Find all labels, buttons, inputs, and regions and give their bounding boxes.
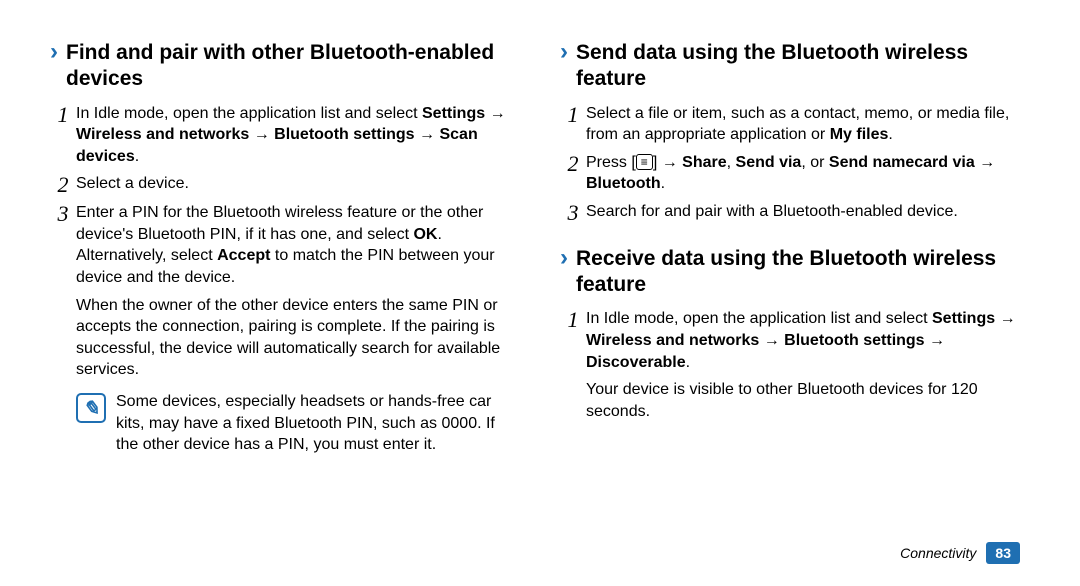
footer: Connectivity 83	[900, 542, 1020, 564]
chevron-icon: ›	[560, 40, 568, 64]
page: › Find and pair with other Bluetooth-ena…	[0, 0, 1080, 586]
heading-text: Find and pair with other Bluetooth-enabl…	[66, 40, 520, 93]
step-3: 3 Enter a PIN for the Bluetooth wireless…	[50, 202, 520, 381]
t: In Idle mode, open the application list …	[586, 310, 932, 327]
step-a2: 2 Press [≡] → Share, Send via, or Send n…	[560, 152, 1030, 195]
footer-page-number: 83	[986, 542, 1020, 564]
step-number: 3	[50, 202, 76, 225]
t: Share	[682, 154, 726, 171]
step-body: Select a device.	[76, 173, 520, 195]
t: Accept	[217, 247, 270, 264]
step-body: Press [≡] → Share, Send via, or Send nam…	[586, 152, 1030, 195]
step-body: Enter a PIN for the Bluetooth wireless f…	[76, 202, 520, 381]
t: ,	[727, 154, 736, 171]
step-number: 3	[560, 201, 586, 224]
menu-key-icon: ≡	[636, 154, 653, 170]
t: .	[888, 126, 892, 143]
step-2: 2 Select a device.	[50, 173, 520, 196]
step-number: 2	[50, 173, 76, 196]
footer-section-label: Connectivity	[900, 545, 976, 561]
section-heading-receive-data: › Receive data using the Bluetooth wirel…	[560, 246, 1030, 299]
step-body: Select a file or item, such as a contact…	[586, 103, 1030, 146]
step-body: In Idle mode, open the application list …	[76, 103, 520, 168]
note: ✎ Some devices, especially headsets or h…	[76, 391, 520, 456]
t: ] →	[653, 154, 682, 171]
section-heading-send-data: › Send data using the Bluetooth wireless…	[560, 40, 1030, 93]
note-body: Some devices, especially headsets or han…	[116, 391, 520, 456]
step-text-prefix: In Idle mode, open the application list …	[76, 105, 422, 122]
step-number: 1	[50, 103, 76, 126]
t: OK	[413, 226, 437, 243]
t: Press [	[586, 154, 636, 171]
t: My files	[830, 126, 889, 143]
heading-text: Receive data using the Bluetooth wireles…	[576, 246, 1030, 299]
step-body: Search for and pair with a Bluetooth-ena…	[586, 201, 1030, 223]
t: .	[661, 175, 665, 192]
step-number: 1	[560, 103, 586, 126]
chevron-icon: ›	[560, 246, 568, 270]
step-number: 2	[560, 152, 586, 175]
left-column: › Find and pair with other Bluetooth-ena…	[50, 40, 520, 456]
heading-text: Send data using the Bluetooth wireless f…	[576, 40, 1030, 93]
step-paragraph: When the owner of the other device enter…	[76, 295, 520, 381]
chevron-icon: ›	[50, 40, 58, 64]
step-number: 1	[560, 308, 586, 331]
step-a3: 3 Search for and pair with a Bluetooth-e…	[560, 201, 1030, 224]
step-a1: 1 Select a file or item, such as a conta…	[560, 103, 1030, 146]
right-column: › Send data using the Bluetooth wireless…	[560, 40, 1030, 456]
t: , or	[801, 154, 829, 171]
step-text-suffix: .	[135, 148, 139, 165]
step-body: In Idle mode, open the application list …	[586, 308, 1030, 422]
note-icon: ✎	[76, 393, 106, 423]
t: Send via	[736, 154, 802, 171]
step-paragraph: Your device is visible to other Bluetoot…	[586, 379, 1030, 422]
column-layout: › Find and pair with other Bluetooth-ena…	[50, 40, 1030, 456]
t: Select a file or item, such as a contact…	[586, 105, 1009, 144]
t: .	[686, 354, 690, 371]
step-1: 1 In Idle mode, open the application lis…	[50, 103, 520, 168]
step-b1: 1 In Idle mode, open the application lis…	[560, 308, 1030, 422]
section-heading-find-pair: › Find and pair with other Bluetooth-ena…	[50, 40, 520, 93]
